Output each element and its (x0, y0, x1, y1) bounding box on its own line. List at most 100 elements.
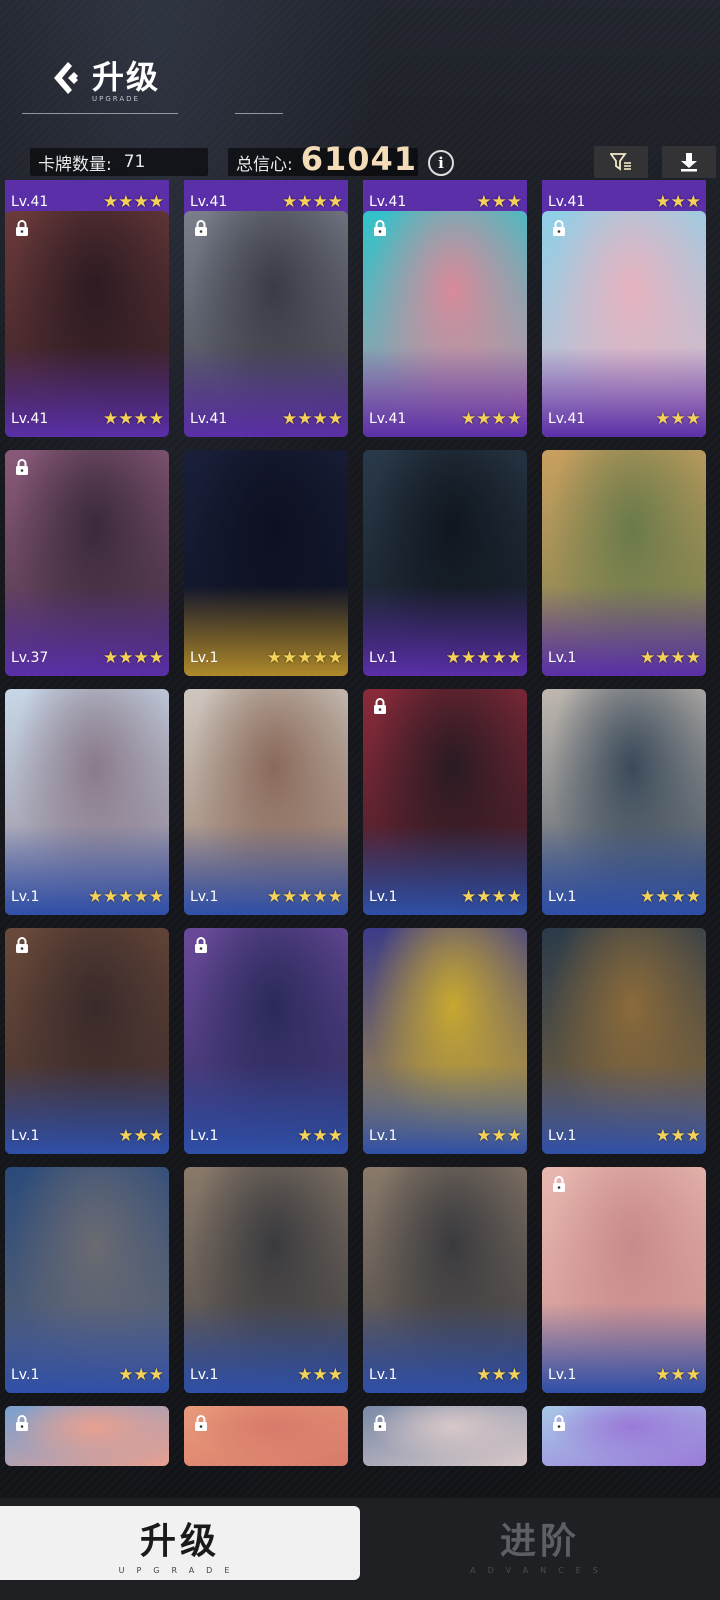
lock-icon (13, 219, 31, 237)
card-item[interactable]: Lv.1 ★★★★★ (184, 689, 348, 915)
filter-icon (610, 153, 631, 171)
card-item[interactable]: Lv.41 ★★★ (542, 211, 706, 437)
page-title: 升级 (92, 58, 161, 96)
card-stars: ★★★ (655, 1126, 701, 1146)
card-item[interactable]: Lv.41 ★★★★ (184, 211, 348, 437)
card-item[interactable]: Lv.1 ★★★ (184, 1167, 348, 1393)
lock-icon (13, 458, 31, 476)
card-stars: ★★★ (476, 192, 522, 212)
card-stars: ★★★ (655, 409, 701, 429)
card-item[interactable]: Lv.1 ★★★ (363, 928, 527, 1154)
card-level: Lv.37 (11, 650, 49, 666)
card-item[interactable]: Lv.1 ★★★★ (363, 689, 527, 915)
card-level: Lv.41 (548, 194, 586, 210)
page-subtitle: UPGRADE (92, 95, 140, 103)
card-level: Lv.1 (548, 1367, 577, 1383)
card-item[interactable]: Lv.1 ★★★ (5, 1167, 169, 1393)
download-button[interactable] (662, 146, 716, 178)
header: 升级 UPGRADE 卡牌数量: 71 总信心: 61041 i (0, 0, 720, 180)
card-level: Lv.41 (548, 411, 586, 427)
card-item[interactable]: Lv.1 ★★★ (363, 1167, 527, 1393)
card-partial-bottom[interactable] (184, 1406, 348, 1466)
card-item[interactable]: Lv.41 ★★★★ (5, 211, 169, 437)
card-level: Lv.1 (548, 650, 577, 666)
card-stars: ★★★★ (640, 887, 701, 907)
card-count-value: 71 (123, 152, 146, 172)
card-partial-bottom[interactable] (542, 1406, 706, 1466)
card-stars: ★★★★ (461, 409, 522, 429)
lock-icon (550, 1175, 568, 1193)
lock-icon (550, 1414, 568, 1432)
card-item[interactable]: Lv.37 ★★★★ (5, 450, 169, 676)
card-stars: ★★★★★ (87, 887, 164, 907)
download-icon (681, 153, 697, 172)
card-level: Lv.1 (11, 889, 40, 905)
card-item[interactable]: Lv.1 ★★★ (542, 1167, 706, 1393)
card-level: Lv.1 (369, 889, 398, 905)
card-stars: ★★★ (476, 1365, 522, 1385)
tab-advance[interactable]: 进阶 ADVANCES (360, 1506, 720, 1580)
card-partial-bottom[interactable] (5, 1406, 169, 1466)
card-stars: ★★★ (655, 192, 701, 212)
total-trust-value: 61041 (300, 140, 418, 178)
card-stars: ★★★ (655, 1365, 701, 1385)
info-icon[interactable]: i (428, 150, 454, 176)
card-level: Lv.1 (11, 1367, 40, 1383)
lock-icon (371, 697, 389, 715)
card-item[interactable]: Lv.1 ★★★ (5, 928, 169, 1154)
total-trust-box: 总信心: 61041 (228, 140, 418, 178)
card-level: Lv.41 (190, 411, 228, 427)
tab-advance-label: 进阶 (499, 1521, 580, 1562)
card-stars: ★★★★★ (445, 648, 522, 668)
card-item[interactable]: Lv.1 ★★★★★ (184, 450, 348, 676)
card-stars: ★★★★★ (266, 887, 343, 907)
card-level: Lv.1 (369, 650, 398, 666)
card-item[interactable]: Lv.1 ★★★★ (542, 689, 706, 915)
lock-icon (192, 1414, 210, 1432)
card-level: Lv.41 (11, 194, 49, 210)
card-level: Lv.41 (190, 194, 228, 210)
card-stars: ★★★★ (282, 409, 343, 429)
card-item[interactable]: Lv.1 ★★★★ (542, 450, 706, 676)
card-stars: ★★★ (297, 1365, 343, 1385)
card-stars: ★★★ (118, 1365, 164, 1385)
card-item[interactable]: Lv.1 ★★★ (542, 928, 706, 1154)
card-grid: Lv.41 ★★★★ Lv.41 ★★★★ Lv.41 ★★★ Lv.41 ★★★ Lv.41 ★… (0, 180, 720, 1498)
card-partial-bottom[interactable] (363, 1406, 527, 1466)
card-level: Lv.1 (190, 1367, 219, 1383)
card-stars: ★★★ (118, 1126, 164, 1146)
lock-icon (13, 936, 31, 954)
card-stars: ★★★★★ (266, 648, 343, 668)
card-level: Lv.1 (548, 1128, 577, 1144)
lock-icon (192, 936, 210, 954)
card-level: Lv.1 (548, 889, 577, 905)
card-level: Lv.1 (11, 1128, 40, 1144)
title-divider (22, 113, 178, 114)
card-count-label: 卡牌数量: (38, 154, 112, 175)
card-stars: ★★★★ (640, 648, 701, 668)
lock-icon (13, 1414, 31, 1432)
card-level: Lv.1 (190, 650, 219, 666)
card-item[interactable]: Lv.1 ★★★ (184, 928, 348, 1154)
card-item[interactable]: Lv.1 ★★★★★ (363, 450, 527, 676)
card-stars: ★★★★ (282, 192, 343, 212)
card-item[interactable]: Lv.41 ★★★★ (363, 211, 527, 437)
card-item[interactable]: Lv.1 ★★★★★ (5, 689, 169, 915)
tab-upgrade[interactable]: 升级 UPGRADE (0, 1506, 360, 1580)
card-stars: ★★★★ (103, 648, 164, 668)
total-trust-label: 总信心: (236, 154, 293, 175)
tab-upgrade-label: 升级 (139, 1521, 220, 1562)
card-stars: ★★★★ (461, 887, 522, 907)
upgrade-logo-icon (54, 62, 78, 94)
card-level: Lv.41 (369, 411, 407, 427)
lock-icon (371, 219, 389, 237)
card-level: Lv.41 (11, 411, 49, 427)
card-count-box: 卡牌数量: 71 (30, 148, 208, 176)
card-stars: ★★★ (297, 1126, 343, 1146)
card-stars: ★★★★ (103, 409, 164, 429)
filter-button[interactable] (594, 146, 648, 178)
card-level: Lv.1 (369, 1128, 398, 1144)
card-level: Lv.1 (369, 1367, 398, 1383)
card-stars: ★★★ (476, 1126, 522, 1146)
title-divider-short (235, 113, 283, 114)
